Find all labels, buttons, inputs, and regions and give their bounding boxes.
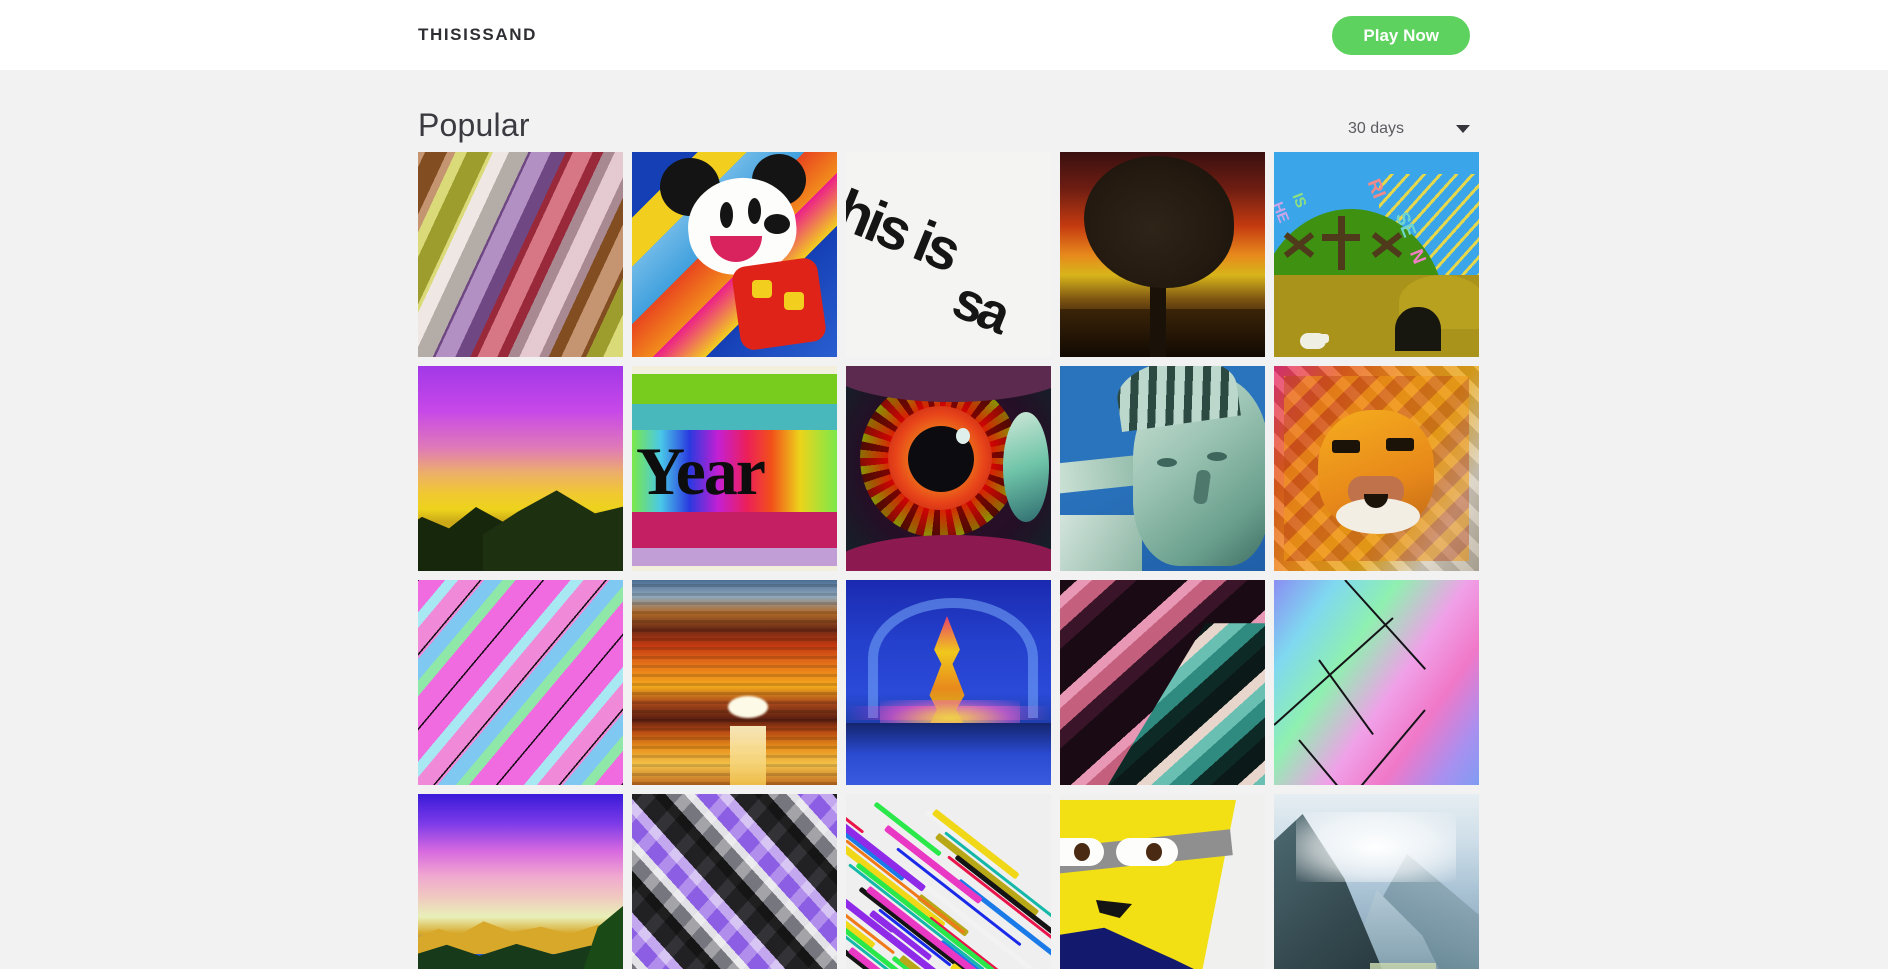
artwork-image	[418, 152, 623, 357]
artwork-image	[632, 580, 837, 785]
artwork-text-line-1: this is	[846, 171, 967, 284]
artwork-image	[418, 366, 623, 571]
site-header: THISISSAND Play Now	[0, 0, 1888, 70]
artwork-tile-tree-at-sunset[interactable]	[1060, 152, 1265, 357]
play-now-button[interactable]: Play Now	[1332, 15, 1470, 55]
chevron-down-icon	[1456, 125, 1470, 133]
artwork-tile-purple-mountain-lake[interactable]	[418, 794, 623, 969]
artwork-image	[1060, 794, 1265, 969]
artwork-tile-statue-of-liberty[interactable]	[1060, 366, 1265, 571]
artwork-image	[1060, 580, 1265, 785]
artwork-image: HE IS RI SE N	[1274, 152, 1479, 357]
artwork-image	[418, 794, 623, 969]
artwork-tile-pink-teal-diagonal-bands[interactable]	[1060, 580, 1265, 785]
gallery-content: Popular 30 days this is sa HE IS RI SE N…	[0, 70, 1888, 969]
artwork-image: this is sa	[846, 152, 1051, 357]
artwork-image	[1274, 794, 1479, 969]
artwork-image	[632, 152, 837, 357]
artwork-tile-lion-portrait[interactable]	[1274, 366, 1479, 571]
artwork-word-he: HE	[1274, 199, 1293, 226]
artwork-tile-quilted-fabric-blocks[interactable]	[418, 152, 623, 357]
artwork-tile-pastel-gradient-lines[interactable]	[1274, 580, 1479, 785]
time-range-select[interactable]: 30 days	[1348, 120, 1470, 144]
artwork-image	[1274, 366, 1479, 571]
time-range-label: 30 days	[1347, 120, 1404, 137]
artwork-image	[418, 580, 623, 785]
artwork-text-line-2: sa	[944, 269, 1016, 345]
artwork-tile-blue-castle-fireworks[interactable]	[846, 580, 1051, 785]
page-title: Popular	[418, 107, 530, 143]
gallery-section-header: Popular 30 days	[418, 70, 1470, 152]
artwork-image	[1060, 152, 1265, 357]
artwork-word-is: IS	[1288, 190, 1310, 211]
artwork-tile-orange-sunset-sea[interactable]	[632, 580, 837, 785]
artwork-word-year: Year	[636, 433, 766, 509]
artwork-tile-yellow-goggle-character[interactable]	[1060, 794, 1265, 969]
artwork-tile-he-is-risen-crosses[interactable]: HE IS RI SE N	[1274, 152, 1479, 357]
artwork-tile-purple-silver-ribbons[interactable]	[632, 794, 837, 969]
site-logo[interactable]: THISISSAND	[418, 25, 537, 45]
artwork-image	[632, 794, 837, 969]
artwork-tile-purple-yellow-mountain-sunset[interactable]	[418, 366, 623, 571]
artwork-image: Year	[632, 366, 837, 571]
artwork-image	[1060, 366, 1265, 571]
artwork-image	[846, 580, 1051, 785]
artwork-tile-year-rainbow-text[interactable]: Year	[632, 366, 837, 571]
artwork-tile-colorful-diagonal-streaks[interactable]	[846, 794, 1051, 969]
artwork-image	[846, 366, 1051, 571]
artwork-tile-misty-blue-mountains[interactable]	[1274, 794, 1479, 969]
artwork-tile-blocky-diagonal-text[interactable]: this is sa	[846, 152, 1051, 357]
artwork-image	[1274, 580, 1479, 785]
artwork-tile-psychedelic-eye[interactable]	[846, 366, 1051, 571]
artwork-image	[846, 794, 1051, 969]
artwork-tile-cartoon-mouse[interactable]	[632, 152, 837, 357]
artwork-grid: this is sa HE IS RI SE N Year	[418, 152, 1479, 969]
artwork-tile-pastel-diagonal-stripes[interactable]	[418, 580, 623, 785]
